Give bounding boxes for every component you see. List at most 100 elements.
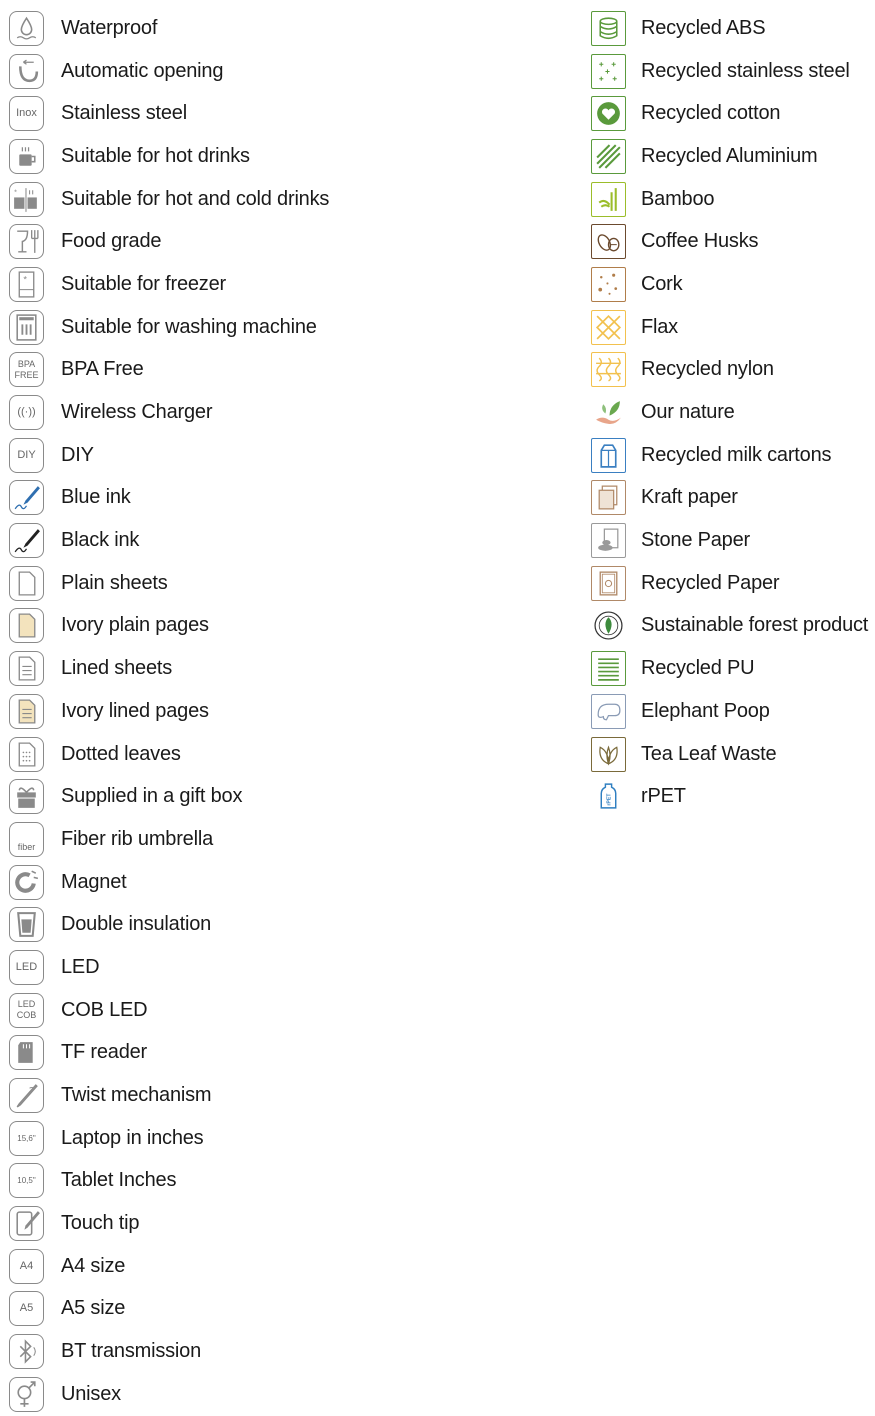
feature-row: Inox Stainless steel — [9, 92, 569, 135]
feature-row: Stone Paper — [591, 519, 875, 562]
feature-label: Dotted leaves — [61, 742, 181, 765]
black-pen-icon — [9, 523, 44, 559]
feature-label: Blue ink — [61, 486, 131, 509]
feature-label: Supplied in a gift box — [61, 785, 243, 808]
icon-text: A5 — [19, 1302, 34, 1315]
a4-icon: A4 — [9, 1248, 44, 1284]
a5-icon: A5 — [9, 1291, 44, 1327]
tea-leaf-icon — [591, 736, 626, 772]
icon-text: DIY — [17, 448, 36, 461]
feature-row: Waterproof — [9, 7, 569, 50]
bamboo-icon — [591, 181, 626, 217]
sustainable-forest-icon — [591, 608, 626, 644]
feature-row: Supplied in a gift box — [9, 775, 569, 818]
kraft-paper-icon — [591, 480, 626, 516]
icon-text: 15,6" — [17, 1133, 36, 1143]
feature-label: Recycled milk cartons — [641, 443, 832, 466]
icon-text: BPA FREE — [14, 358, 39, 380]
feature-row: * Suitable for hot and cold drinks — [9, 178, 569, 221]
feature-row: Kraft paper — [591, 477, 875, 520]
feature-row: Recycled ABS — [591, 7, 875, 50]
feature-label: Lined sheets — [61, 657, 173, 680]
feature-row: Bamboo — [591, 178, 875, 221]
feature-label: Suitable for hot and cold drinks — [61, 187, 330, 210]
feature-row: Cork — [591, 263, 875, 306]
feature-row: 15,6" Laptop in inches — [9, 1117, 569, 1160]
feature-label: Wireless Charger — [61, 401, 213, 424]
feature-row: Recycled milk cartons — [591, 434, 875, 477]
features-list-left: Waterproof Automatic opening Inox Stainless… — [9, 7, 569, 1416]
feature-label: COB LED — [61, 998, 148, 1021]
recycled-steel-icon — [591, 53, 626, 89]
rpet-icon: rPET — [591, 779, 626, 815]
feature-label: Recycled Aluminium — [641, 144, 818, 167]
bluetooth-icon — [9, 1334, 44, 1370]
feature-row: Dotted leaves — [9, 733, 569, 776]
feature-row: Ivory plain pages — [9, 605, 569, 648]
unisex-icon — [9, 1376, 44, 1412]
stone-paper-icon — [591, 523, 626, 559]
feature-row: Flax — [591, 306, 875, 349]
feature-label: Touch tip — [61, 1212, 140, 1235]
ivory-lined-sheet-icon — [9, 693, 44, 729]
feature-row: ((·)) Wireless Charger — [9, 391, 569, 434]
feature-row: Black ink — [9, 519, 569, 562]
icon-text: 10,5" — [17, 1176, 36, 1186]
feature-label: Laptop in inches — [61, 1126, 204, 1149]
recycled-aluminium-icon — [591, 138, 626, 174]
feature-label: TF reader — [61, 1041, 148, 1064]
our-nature-icon — [591, 395, 626, 431]
feature-label: Suitable for hot drinks — [61, 144, 250, 167]
icon-text: fiber — [17, 841, 36, 852]
glass-fork-icon — [9, 224, 44, 260]
feature-row: Suitable for washing machine — [9, 306, 569, 349]
feature-label: Waterproof — [61, 16, 158, 39]
feature-label: Twist mechanism — [61, 1084, 212, 1107]
feature-row: Double insulation — [9, 903, 569, 946]
feature-row: Sustainable forest product — [591, 605, 875, 648]
feature-label: Unisex — [61, 1382, 121, 1405]
feature-label: Recycled PU — [641, 657, 755, 680]
ivory-sheet-icon — [9, 608, 44, 644]
recycled-paper-icon — [591, 565, 626, 601]
inox-icon: Inox — [9, 96, 44, 132]
feature-row: Lined sheets — [9, 647, 569, 690]
hot-drink-icon — [9, 138, 44, 174]
feature-row: rPET rPET — [591, 775, 875, 818]
icon-text: ((·)) — [17, 406, 36, 419]
feature-row: Plain sheets — [9, 562, 569, 605]
recycled-pu-icon — [591, 651, 626, 687]
feature-label: A4 size — [61, 1254, 126, 1277]
feature-row: A4 A4 size — [9, 1245, 569, 1288]
feature-label: Flax — [641, 315, 678, 338]
feature-label: Fiber rib umbrella — [61, 827, 214, 850]
feature-label: Ivory plain pages — [61, 614, 209, 637]
milk-carton-icon — [591, 437, 626, 473]
twist-pen-icon — [9, 1078, 44, 1114]
feature-row: Our nature — [591, 391, 875, 434]
flax-icon — [591, 309, 626, 345]
lined-sheet-icon — [9, 651, 44, 687]
feature-label: Recycled cotton — [641, 102, 781, 125]
wireless-icon: ((·)) — [9, 395, 44, 431]
feature-row: Recycled nylon — [591, 349, 875, 392]
cob-led-icon: LED COB — [9, 992, 44, 1028]
svg-text:rPET: rPET — [607, 793, 613, 806]
gift-box-icon — [9, 779, 44, 815]
feature-row: Automatic opening — [9, 50, 569, 93]
feature-label: Tea Leaf Waste — [641, 742, 777, 765]
feature-label: Magnet — [61, 870, 127, 893]
feature-label: Elephant Poop — [641, 699, 770, 722]
coffee-husks-icon — [591, 224, 626, 260]
materials-list-right: Recycled ABS Recycled stainless steel Recy… — [591, 7, 875, 818]
feature-label: A5 size — [61, 1297, 126, 1320]
feature-label: Kraft paper — [641, 486, 738, 509]
feature-label: BT transmission — [61, 1340, 202, 1363]
feature-label: Plain sheets — [61, 571, 168, 594]
feature-label: Coffee Husks — [641, 230, 759, 253]
feature-row: LED LED — [9, 946, 569, 989]
feature-label: DIY — [61, 443, 94, 466]
feature-label: Stone Paper — [641, 529, 750, 552]
feature-label: Food grade — [61, 230, 162, 253]
feature-label: LED — [61, 955, 100, 978]
